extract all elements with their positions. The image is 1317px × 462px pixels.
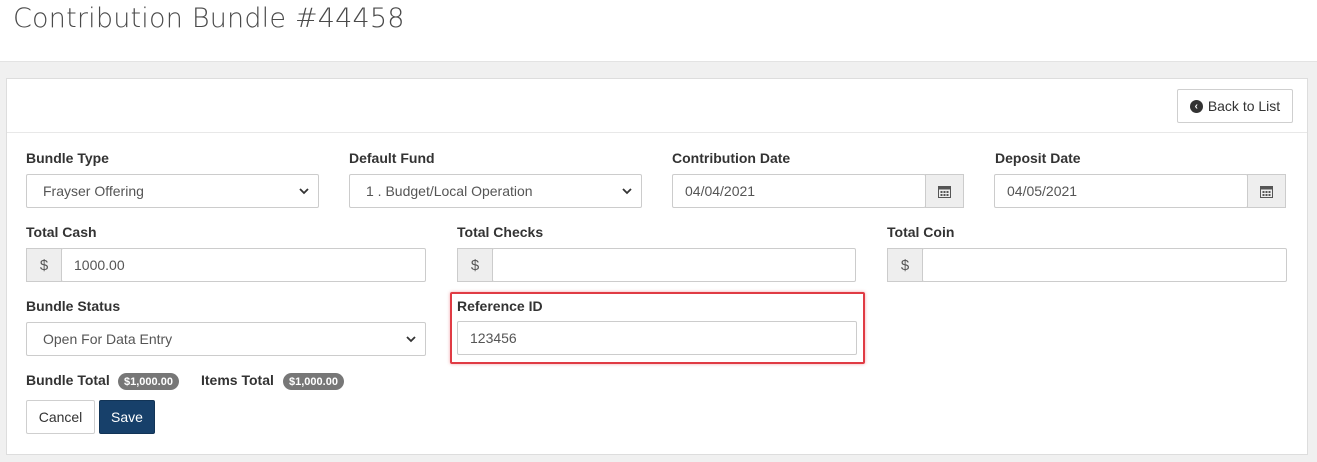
chevron-down-icon [406,336,416,343]
total-coin-label: Total Coin [887,224,955,240]
default-fund-value: 1 . Budget/Local Operation [366,183,533,199]
bundle-type-label: Bundle Type [26,150,109,166]
default-fund-select[interactable]: 1 . Budget/Local Operation [349,174,642,208]
total-checks-currency-addon: $ [457,248,493,282]
total-checks-label: Total Checks [457,224,544,240]
total-checks-input[interactable] [492,248,856,282]
total-coin-currency-addon: $ [887,248,923,282]
save-button[interactable]: Save [99,400,155,434]
cancel-button[interactable]: Cancel [26,400,95,434]
deposit-date-input[interactable]: 04/05/2021 [994,174,1248,208]
deposit-date-calendar-button[interactable] [1247,174,1286,208]
total-cash-value: 1000.00 [74,257,125,273]
page-header: Contribution Bundle #44458 [0,0,1317,62]
back-to-list-button[interactable]: ‹ Back to List [1177,89,1293,123]
calendar-icon [1260,185,1273,198]
dollar-sign: $ [39,256,49,274]
dollar-sign: $ [900,256,910,274]
reference-id-value: 123456 [470,330,517,346]
total-cash-input[interactable]: 1000.00 [61,248,426,282]
bundle-total-label: Bundle Total [26,372,110,388]
bundle-status-label: Bundle Status [26,298,121,314]
panel-heading [7,79,1307,133]
arrow-circle-left-icon: ‹ [1189,99,1203,113]
total-cash-currency-addon: $ [26,248,62,282]
reference-id-input[interactable]: 123456 [457,321,857,355]
deposit-date-label: Deposit Date [995,150,1081,166]
deposit-date-value: 04/05/2021 [1007,183,1078,199]
back-to-list-label: Back to List [1207,98,1281,114]
contribution-date-input[interactable]: 04/04/2021 [672,174,926,208]
bundle-status-select[interactable]: Open For Data Entry [26,322,426,356]
bundle-type-select[interactable]: Frayser Offering [26,174,319,208]
reference-id-label: Reference ID [457,298,543,314]
total-coin-input[interactable] [922,248,1287,282]
bundle-status-value: Open For Data Entry [43,331,173,347]
bundle-type-value: Frayser Offering [43,183,144,199]
dollar-sign: $ [470,256,480,274]
contribution-date-label: Contribution Date [672,150,791,166]
chevron-down-icon [299,188,309,195]
contribution-date-value: 04/04/2021 [685,183,756,199]
default-fund-label: Default Fund [349,150,435,166]
items-total-label: Items Total [201,372,274,388]
contribution-date-calendar-button[interactable] [925,174,964,208]
calendar-icon [938,185,951,198]
items-total-badge: $1,000.00 [283,373,344,390]
page-title: Contribution Bundle #44458 [13,3,405,34]
bundle-total-badge: $1,000.00 [118,373,179,390]
total-cash-label: Total Cash [26,224,97,240]
chevron-down-icon [622,188,632,195]
